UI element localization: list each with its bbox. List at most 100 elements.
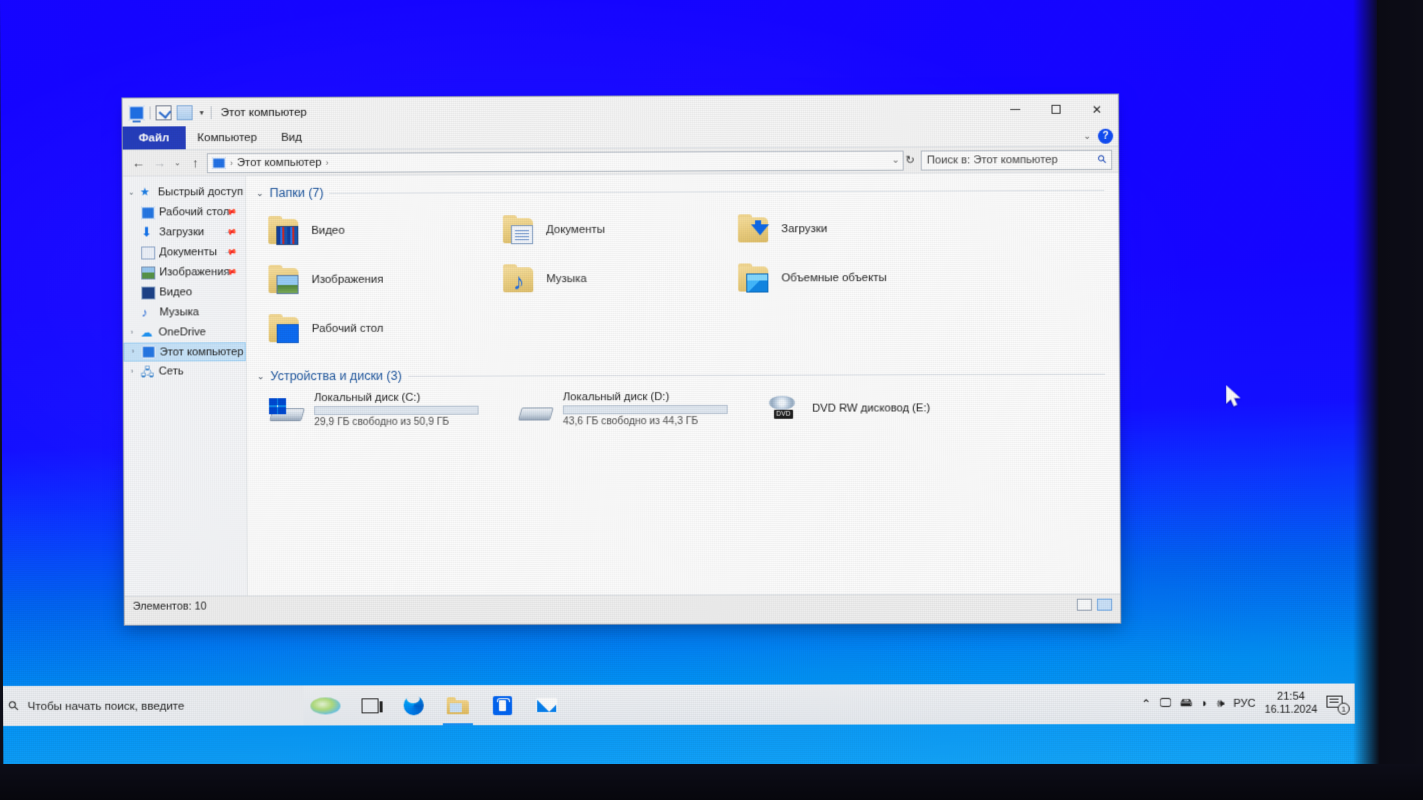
chevron-down-icon[interactable]: ⌄ [892,155,900,166]
breadcrumb-separator[interactable]: › [326,157,329,167]
search-input[interactable]: Поиск в: Этот компьютер ⚲ [920,149,1113,171]
cortana-button[interactable] [303,685,347,725]
computer-icon [141,345,156,359]
tab-file[interactable]: Файл [122,126,186,150]
removable-drive-icon[interactable]: 🖴 [1180,694,1192,713]
minimize-button[interactable] [995,95,1035,124]
mail-button[interactable] [524,685,568,725]
large-icons-view-button[interactable] [1096,598,1113,611]
list-item[interactable]: Локальный диск (D:) 43,6 ГБ свободно из … [504,388,753,431]
list-item[interactable]: Видео [254,205,489,255]
sidebar-item-label: OneDrive [158,326,206,339]
list-item[interactable]: Документы [489,204,724,254]
desktop-icon [140,205,156,220]
view-mode-buttons [1076,598,1113,611]
close-button[interactable]: ✕ [1076,95,1118,124]
tab-view[interactable]: Вид [269,127,314,149]
sidebar-item-downloads[interactable]: ⬇ Загрузки 📌 [123,222,245,242]
title-bar: ▾ Этот компьютер ✕ [122,94,1119,128]
up-button[interactable]: ↑ [186,153,205,172]
taskbar-search-input[interactable]: ⚲ Чтобы начать поиск, введите [2,685,304,727]
task-view-button[interactable] [347,685,391,725]
monitor-icon[interactable] [128,105,145,121]
breadcrumb[interactable]: Этот компьютер [237,156,322,168]
folder-icon [446,696,469,714]
chevron-right-icon[interactable]: › [129,349,138,356]
list-item[interactable]: Загрузки [724,204,960,254]
sidebar-item-quick-access[interactable]: ⌄ ★ Быстрый доступ [123,182,245,202]
search-icon: ⚲ [4,697,23,715]
sidebar-item-this-pc[interactable]: › Этот компьютер [123,342,246,362]
back-button[interactable]: ← [129,153,148,172]
list-item[interactable]: Локальный диск (C:) 29,9 ГБ свободно из … [255,389,504,432]
edge-button[interactable] [392,685,436,725]
pin-icon[interactable]: 📌 [225,246,238,259]
clock[interactable]: 21:54 16.11.2024 [1265,691,1318,717]
download-icon: ⬇ [141,223,153,240]
drive-info: Локальный диск (C:) 29,9 ГБ свободно из … [314,392,479,428]
address-input[interactable]: › Этот компьютер › ⌄ [206,150,904,173]
recent-locations-icon[interactable]: ⌄ [171,153,184,172]
documents-icon [141,245,156,260]
navigation-pane: ⌄ ★ Быстрый доступ Рабочий стол 📌 ⬇ Загр… [122,176,248,596]
folder-downloads-icon [737,214,772,243]
taskbar: ⚲ Чтобы начать поиск, введите ⌃ 🖵 🖴 ◗ 🕪 … [2,683,1355,727]
properties-icon[interactable] [155,105,172,121]
new-folder-icon[interactable] [176,105,193,121]
volume-icon[interactable]: 🕪 [1217,697,1224,710]
help-icon[interactable]: ? [1097,128,1114,144]
chevron-down-icon[interactable]: ⌄ [127,189,136,197]
sidebar-item-pictures[interactable]: Изображения 📌 [123,262,245,282]
item-count-label: Элементов: 10 [132,600,207,613]
item-label: DVD RW дисковод (E:) [812,402,931,415]
sidebar-item-label: Рабочий стол [158,206,230,219]
group-header-drives[interactable]: ⌄ Устройства и диски (3) [257,367,1119,384]
refresh-icon[interactable]: ↻ [905,154,914,167]
notifications-button[interactable]: 1 [1326,695,1350,715]
screen-cast-icon[interactable]: 🖵 [1160,697,1171,710]
pin-icon[interactable]: 📌 [225,226,238,239]
language-indicator[interactable]: РУС [1233,698,1255,710]
music-icon: ♪ [141,305,148,320]
list-item[interactable]: DVD DVD RW дисковод (E:) [753,387,1003,430]
hdd-windows-icon [268,397,305,423]
sidebar-item-onedrive[interactable]: › ☁ OneDrive [123,322,245,342]
computer-icon [211,156,226,169]
tab-computer[interactable]: Компьютер [185,127,269,149]
customize-caret-icon[interactable]: ▾ [198,108,206,117]
chevron-down-icon[interactable]: ⌄ [257,371,265,382]
ribbon-right-controls: ⌄ ? [1083,128,1114,144]
video-icon [141,285,156,300]
folder-music-icon [503,264,537,293]
sidebar-item-label: Сеть [158,365,184,378]
list-item[interactable]: Музыка [489,254,724,304]
microsoft-store-button[interactable] [480,685,524,725]
forward-button[interactable]: → [150,153,169,172]
divider [407,373,1106,377]
sidebar-item-network[interactable]: › 🖧 Сеть [124,361,246,381]
taskbar-search-placeholder: Чтобы начать поиск, введите [27,699,185,713]
sidebar-item-videos[interactable]: Видео [123,282,245,302]
item-label: Документы [546,223,606,236]
search-icon[interactable]: ⚲ [1095,152,1109,167]
pictures-icon [141,265,156,280]
maximize-button[interactable] [1035,95,1075,124]
chevron-up-icon[interactable]: ⌃ [1141,697,1151,711]
chevron-down-icon[interactable]: ⌄ [1083,131,1091,142]
details-view-button[interactable] [1076,598,1092,611]
sidebar-item-documents[interactable]: Документы 📌 [123,242,245,262]
drives-list: Локальный диск (C:) 29,9 ГБ свободно из … [255,387,1120,432]
sidebar-item-desktop[interactable]: Рабочий стол 📌 [123,202,245,222]
list-item[interactable]: Объемные объекты [724,253,960,303]
drive-info: DVD RW дисковод (E:) [812,402,930,414]
file-explorer-button[interactable] [436,685,480,725]
wifi-icon[interactable]: ◗ [1201,698,1208,710]
list-item[interactable]: Рабочий стол [255,303,490,353]
chevron-down-icon[interactable]: ⌄ [256,188,264,199]
chevron-right-icon[interactable]: › [128,368,137,375]
list-item[interactable]: Изображения [254,254,489,304]
group-header-folders[interactable]: ⌄ Папки (7) [256,183,1118,200]
folder-3d-objects-icon [738,263,772,293]
sidebar-item-music[interactable]: ♪ Музыка [123,302,245,322]
chevron-right-icon[interactable]: › [127,329,136,336]
